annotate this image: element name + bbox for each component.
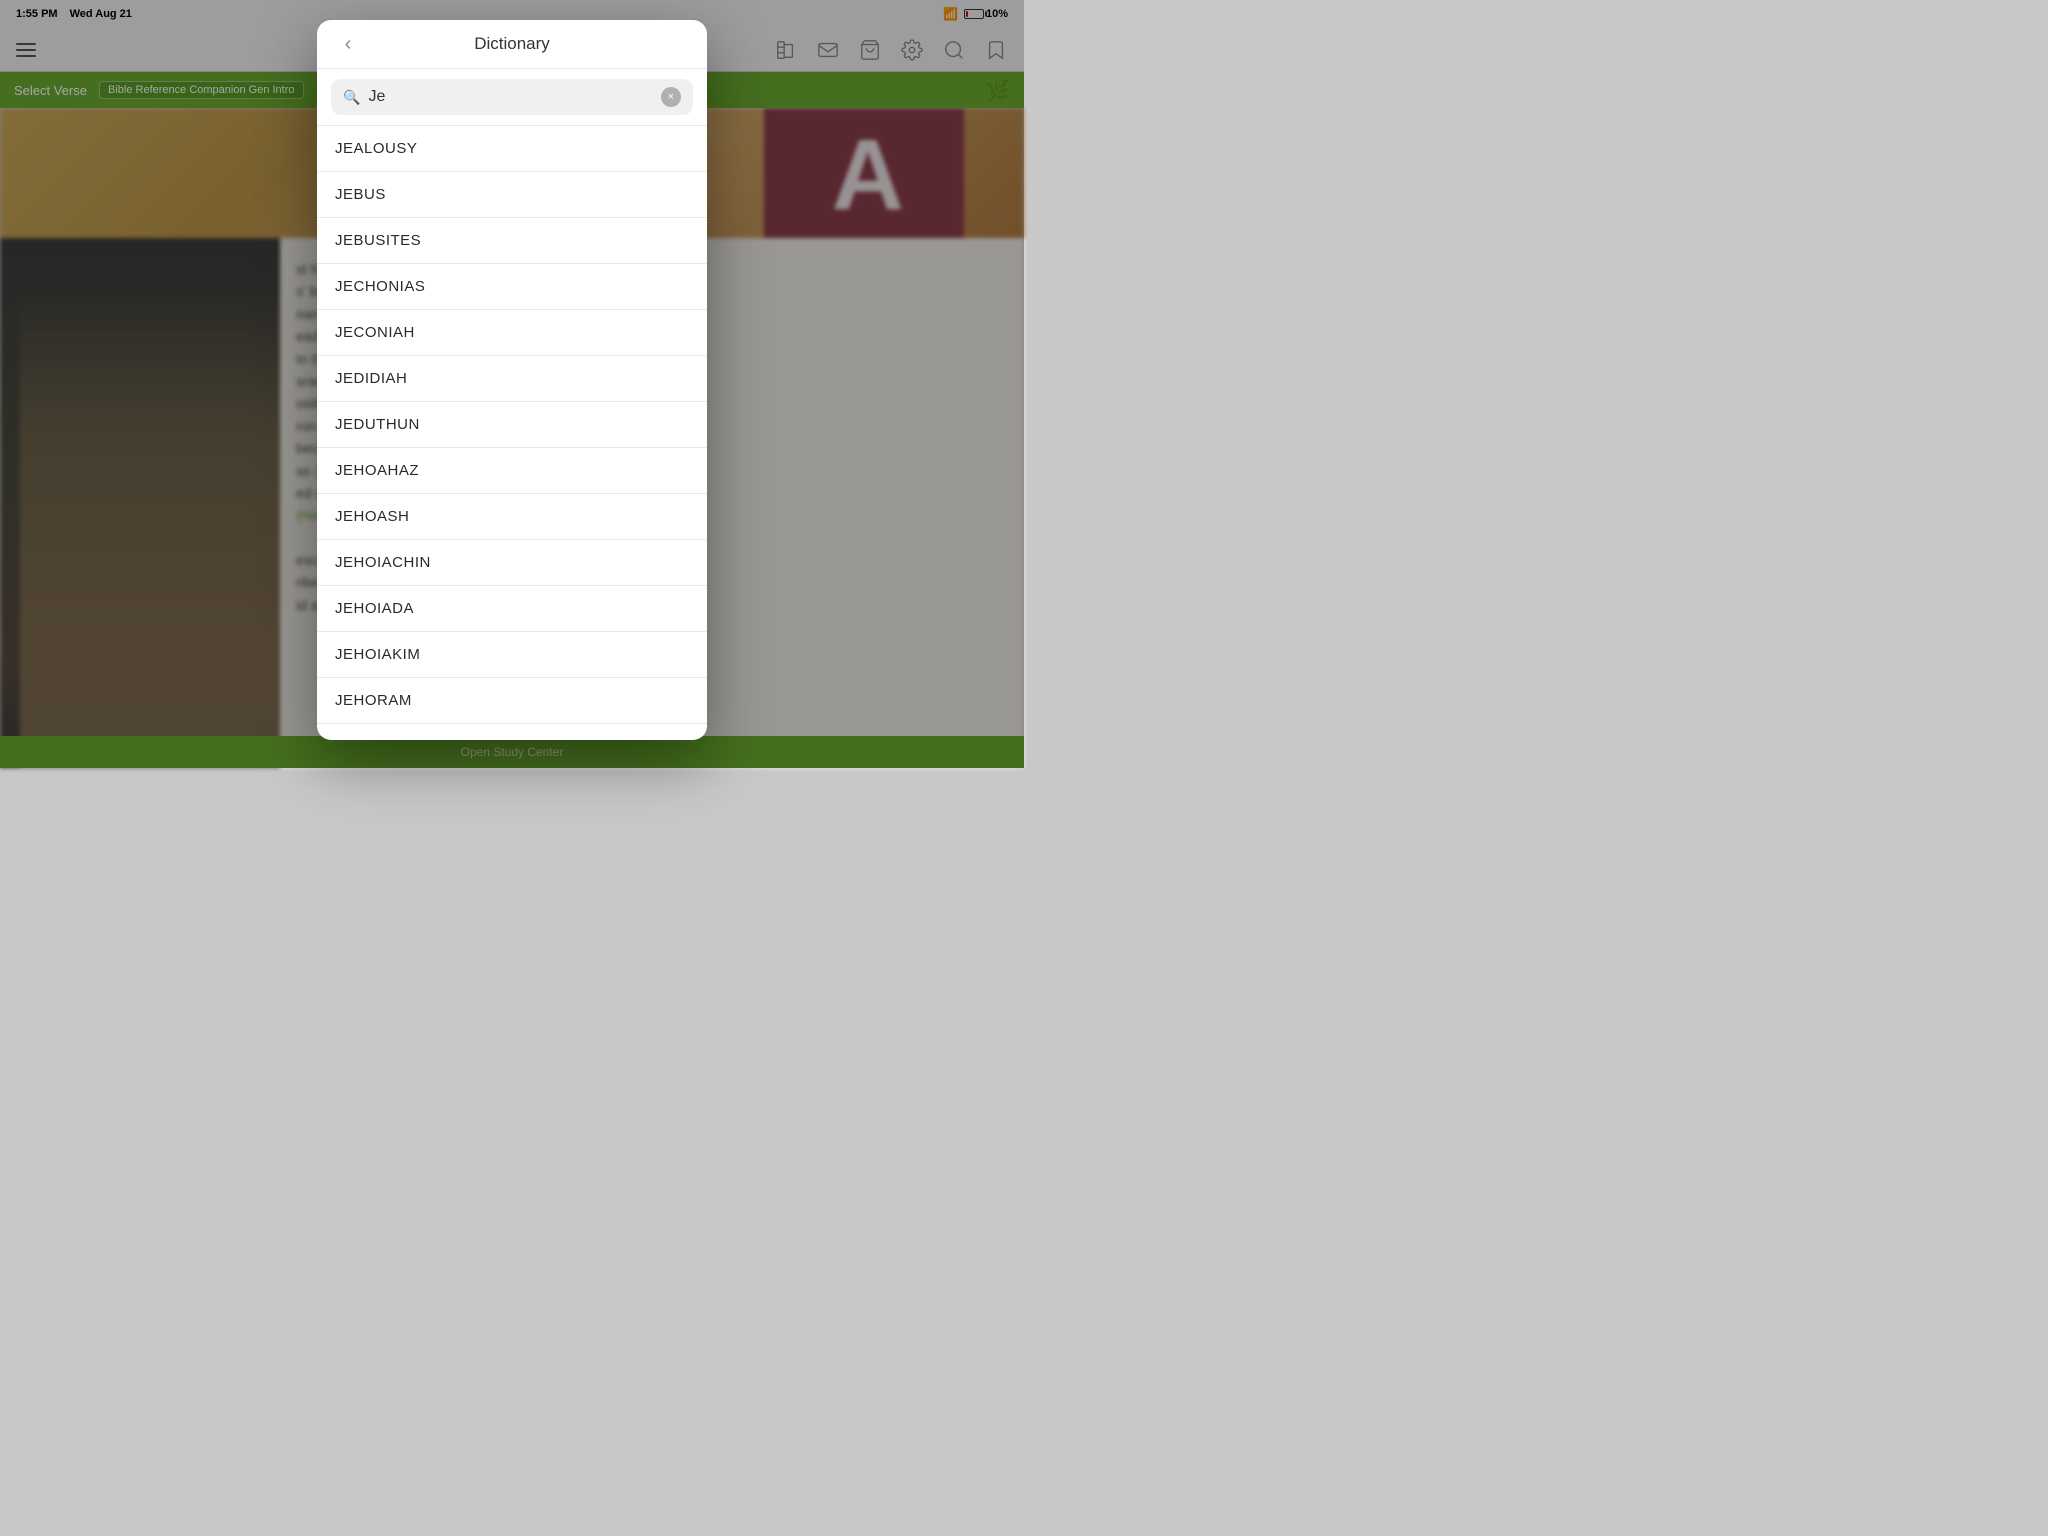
clear-x: × [668,91,674,103]
dict-item[interactable]: JEHOIADA [317,586,707,632]
search-input-wrapper: 🔍 × [331,79,693,115]
search-input[interactable] [368,88,653,106]
dict-item[interactable]: JECHONIAS [317,264,707,310]
dict-list: JEALOUSY JEBUS JEBUSITES JECHONIAS JECON… [317,126,707,740]
modal-header: ‹ Dictionary [317,20,707,69]
dict-item[interactable]: JEHORAM [317,678,707,724]
dict-item[interactable]: JEHOIAKIM [317,632,707,678]
dictionary-modal: ‹ Dictionary 🔍 × JEALOUSY JEBUS JEBUSITE… [317,20,707,740]
dict-item[interactable]: JEBUS [317,172,707,218]
dict-item[interactable]: JEDUTHUN [317,402,707,448]
dict-item[interactable]: JECONIAH [317,310,707,356]
dict-item[interactable]: JEBUSITES [317,218,707,264]
dict-item[interactable]: JEHOASH [317,494,707,540]
dict-item[interactable]: JEALOUSY [317,126,707,172]
back-button[interactable]: ‹ [333,29,363,59]
dict-item[interactable]: JEDIDIAH [317,356,707,402]
modal-overlay: ‹ Dictionary 🔍 × JEALOUSY JEBUS JEBUSITE… [0,0,1024,768]
search-icon: 🔍 [343,89,360,106]
dict-item[interactable]: JEHOIACHIN [317,540,707,586]
search-bar: 🔍 × [317,69,707,126]
modal-title: Dictionary [474,34,550,54]
clear-button[interactable]: × [661,87,681,107]
dict-item-partial[interactable]: JEHOSHABEATH [317,724,707,740]
dict-item[interactable]: JEHOAHAZ [317,448,707,494]
